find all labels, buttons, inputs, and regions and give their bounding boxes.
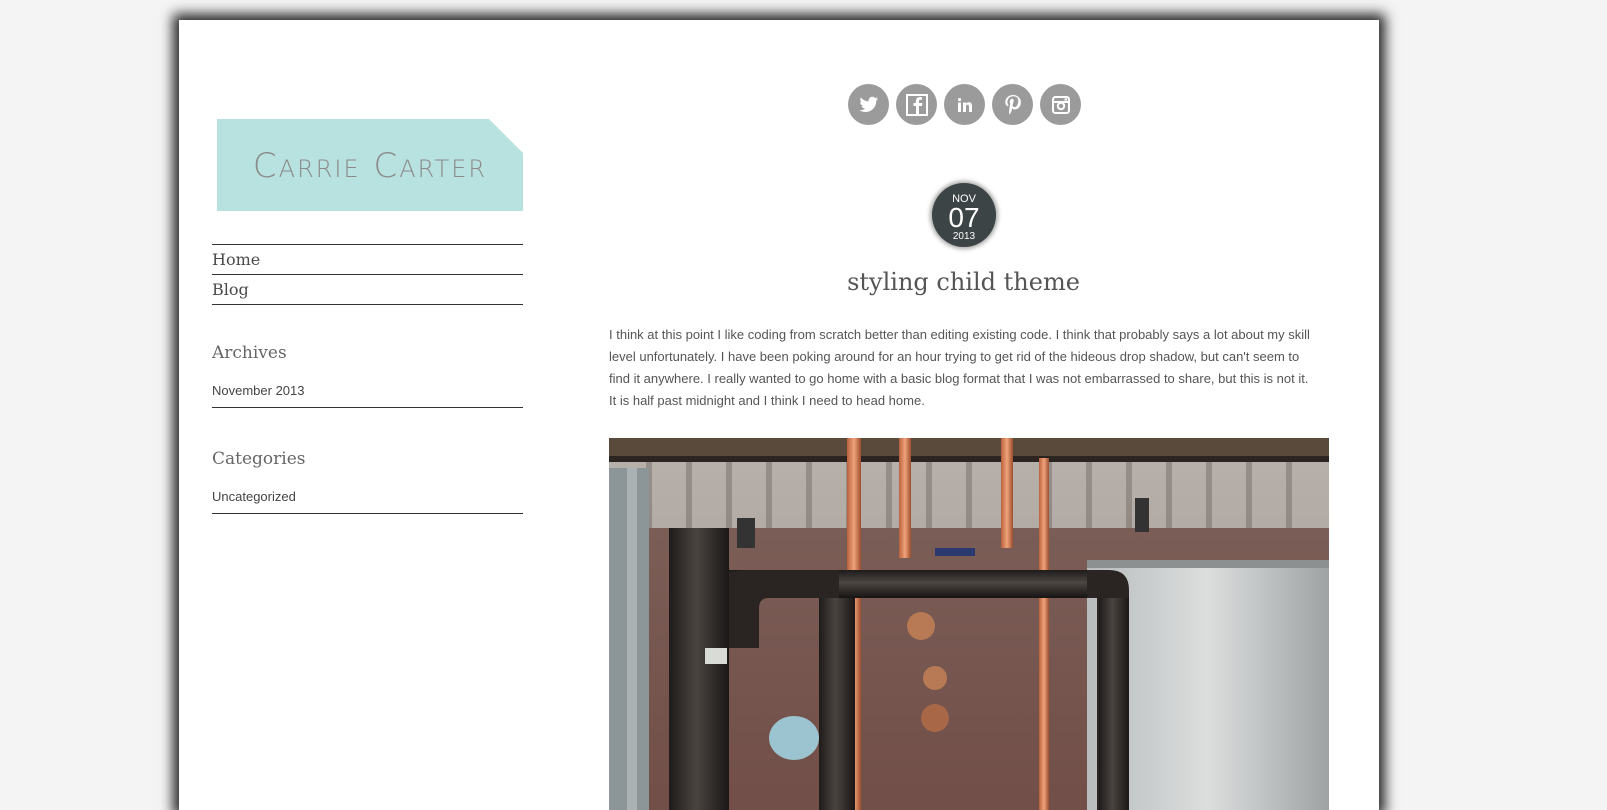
post-date-day: 07 <box>948 202 980 233</box>
post-title[interactable]: styling child theme <box>609 268 1318 296</box>
archives-widget: Archives November 2013 <box>212 343 523 408</box>
post-date-year: 2013 <box>952 231 976 242</box>
categories-title: Categories <box>212 449 306 469</box>
post-body: I think at this point I like coding from… <box>609 327 1310 408</box>
social-links <box>848 84 1081 125</box>
pinterest-icon[interactable] <box>992 84 1033 125</box>
post-image <box>609 438 1329 810</box>
nav-item-blog[interactable]: Blog <box>212 274 523 305</box>
nav-item-home[interactable]: Home <box>212 244 523 274</box>
instagram-icon[interactable] <box>1040 84 1081 125</box>
categories-widget: Categories Uncategorized <box>212 449 523 514</box>
facebook-icon[interactable] <box>896 84 937 125</box>
archive-link-november-2013[interactable]: November 2013 <box>212 383 523 408</box>
twitter-icon[interactable] <box>848 84 889 125</box>
site-logo[interactable]: Carrie Carter <box>217 119 523 211</box>
linkedin-icon[interactable] <box>944 84 985 125</box>
site-logo-text: Carrie Carter <box>252 146 488 186</box>
post-date-badge: NOV 07 2013 <box>932 183 996 247</box>
page-container: Carrie Carter Home Blog Archives Novembe… <box>179 20 1379 810</box>
archives-title: Archives <box>212 343 287 363</box>
main-nav: Home Blog <box>212 244 523 305</box>
category-link-uncategorized[interactable]: Uncategorized <box>212 489 523 514</box>
